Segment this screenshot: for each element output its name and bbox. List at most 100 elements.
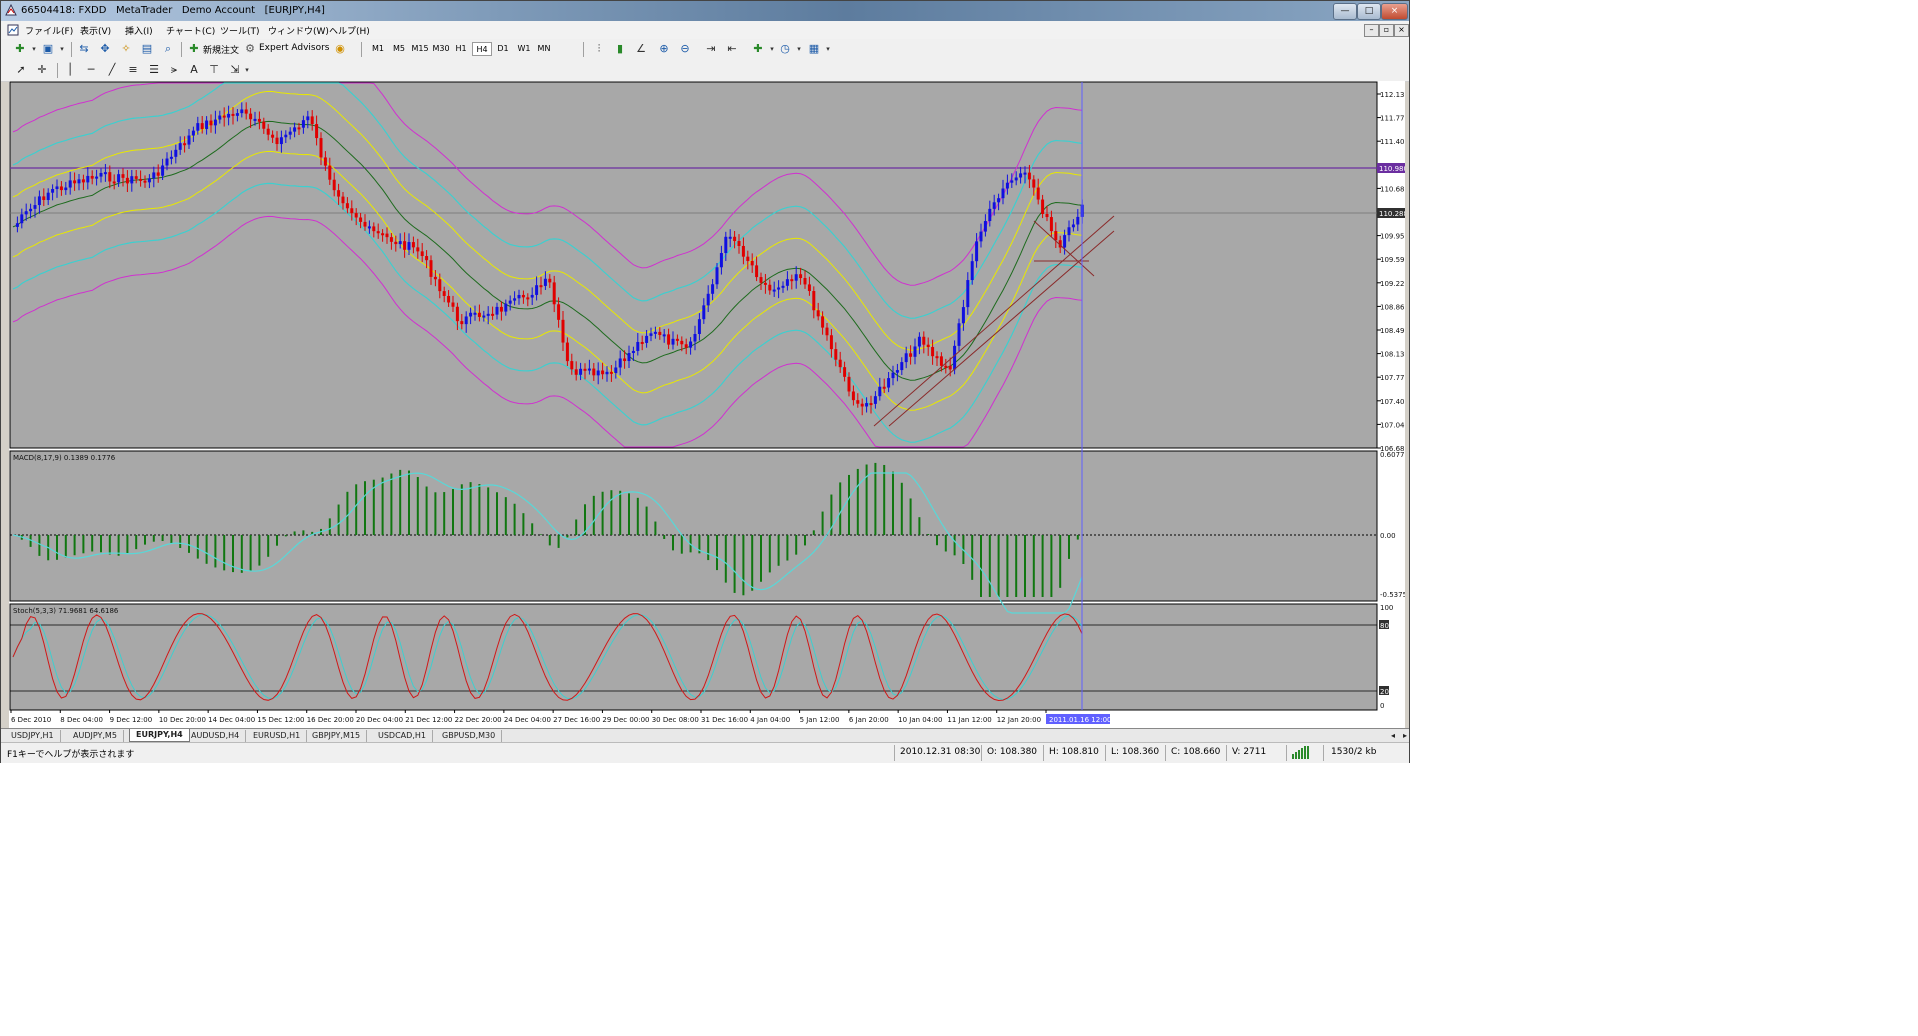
timeframe-m1[interactable]: M1	[368, 42, 388, 56]
candle-body	[631, 350, 635, 354]
menu-file[interactable]: ファイル(F)	[25, 24, 73, 37]
timeframe-w1[interactable]: W1	[514, 42, 534, 56]
text-label-icon[interactable]: ⊤	[207, 63, 221, 77]
macd-bar	[443, 492, 446, 535]
timeframe-m30[interactable]: M30	[431, 42, 451, 56]
chart-tab-eurjpy-h4[interactable]: EURJPY,H4	[129, 729, 190, 742]
chart-window[interactable]: 112.130111.770111.400111.040110.680110.3…	[9, 81, 1409, 728]
candle-body	[829, 335, 833, 350]
expert-advisors-icon[interactable]: ⚙	[243, 42, 257, 56]
macd-bar	[223, 535, 226, 571]
cursor-icon[interactable]: ➚	[14, 63, 28, 77]
periods-dropdown-icon[interactable]: ▾	[792, 42, 806, 56]
timeframe-h1[interactable]: H1	[451, 42, 471, 56]
new-chart-dropdown-icon[interactable]: ▾	[27, 42, 41, 56]
macd-bar	[135, 535, 138, 550]
chart-shift-icon[interactable]: ⇤	[725, 42, 739, 56]
close-button[interactable]: ×	[1381, 3, 1408, 20]
line-chart-icon[interactable]: ∠	[634, 42, 648, 56]
separator	[894, 745, 895, 761]
chart-tab-usdcad-h1[interactable]: USDCAD,H1	[372, 730, 433, 742]
candle-body	[152, 172, 156, 179]
macd-bar	[874, 462, 877, 535]
mdi-close-button[interactable]: ×	[1394, 24, 1409, 37]
new-order-button[interactable]: 新規注文	[203, 43, 239, 56]
templates-icon[interactable]: ▦	[807, 42, 821, 56]
minimize-button[interactable]: —	[1333, 3, 1357, 20]
horizontal-line-icon[interactable]: ─	[84, 63, 98, 77]
candle-body	[891, 372, 895, 379]
candle-body	[693, 334, 697, 342]
chart-tab-audjpy-m5[interactable]: AUDJPY,M5	[67, 730, 124, 742]
chart-tab-eurusd-h1[interactable]: EURUSD,H1	[247, 730, 308, 742]
indicators-icon[interactable]: ✚	[751, 42, 765, 56]
menu-tools[interactable]: ツール(T)	[220, 24, 260, 37]
autotrading-status-icon[interactable]: ◉	[333, 42, 347, 56]
title-bar[interactable]: 66504418: FXDD MetaTrader Demo Account […	[1, 1, 1409, 21]
timeframe-mn[interactable]: MN	[534, 42, 554, 56]
menu-chart[interactable]: チャート(C)	[166, 24, 215, 37]
candle-body	[332, 179, 336, 191]
candlestick-icon[interactable]: ▮	[613, 42, 627, 56]
fib-fan-icon[interactable]: ⪫	[167, 63, 181, 77]
periods-icon[interactable]: ◷	[778, 42, 792, 56]
data-window-icon[interactable]: ✥	[98, 42, 112, 56]
fibonacci-icon[interactable]: ☰	[147, 63, 161, 77]
profiles-dropdown-icon[interactable]: ▾	[55, 42, 69, 56]
navigator-icon[interactable]: ✧	[119, 42, 133, 56]
vertical-line-icon[interactable]: │	[63, 63, 77, 77]
menu-view[interactable]: 表示(V)	[80, 24, 111, 37]
bar-chart-icon[interactable]: ⫶	[592, 42, 606, 56]
candle-body	[257, 118, 261, 122]
auto-scroll-icon[interactable]: ⇥	[704, 42, 718, 56]
channel-icon[interactable]: ≡	[126, 63, 140, 77]
indicators-dropdown-icon[interactable]: ▾	[765, 42, 779, 56]
eurjpy-h4-chart[interactable]: 112.130111.770111.400111.040110.680110.3…	[9, 81, 1409, 728]
separator	[1286, 745, 1287, 761]
candle-body	[521, 294, 525, 298]
line-studies-toolbar: ➚ ✛ │ ─ ╱ ≡ ☰ ⪫ A ⊤ ⇲ ▾	[1, 60, 1409, 82]
zoom-out-icon[interactable]: ⊖	[678, 42, 692, 56]
crosshair-icon[interactable]: ✛	[35, 63, 49, 77]
strategy-tester-icon[interactable]: ⌕	[161, 42, 175, 56]
chart-tab-gbpusd-m30[interactable]: GBPUSD,M30	[436, 730, 503, 742]
profiles-icon[interactable]: ▣	[41, 42, 55, 56]
macd-bar	[1050, 535, 1053, 597]
chart-tab-gbpjpy-m15[interactable]: GBPJPY,M15	[306, 730, 368, 742]
stoch-tick-label: 80	[1380, 622, 1389, 630]
new-order-icon[interactable]: ✚	[187, 42, 201, 56]
text-icon[interactable]: A	[187, 63, 201, 77]
candle-body	[543, 278, 547, 286]
mdi-restore-button[interactable]: ▫	[1379, 24, 1394, 37]
menu-help[interactable]: ヘルプ(H)	[329, 24, 370, 37]
menu-window[interactable]: ウィンドウ(W)	[268, 24, 329, 37]
candle-body	[59, 186, 63, 191]
maximize-button[interactable]: □	[1357, 3, 1381, 20]
terminal-icon[interactable]: ▤	[140, 42, 154, 56]
candle-body	[420, 251, 424, 257]
new-chart-icon[interactable]: ✚	[13, 42, 27, 56]
zoom-in-icon[interactable]: ⊕	[657, 42, 671, 56]
candle-body	[398, 241, 402, 245]
candle-body	[671, 338, 675, 345]
candle-body	[279, 137, 283, 145]
timeframe-m15[interactable]: M15	[410, 42, 430, 56]
templates-dropdown-icon[interactable]: ▾	[821, 42, 835, 56]
candle-body	[680, 340, 684, 345]
market-watch-icon[interactable]: ⇆	[77, 42, 91, 56]
tab-scroll-right-icon[interactable]: ▸	[1397, 730, 1413, 742]
expert-advisors-button[interactable]: Expert Advisors	[259, 43, 329, 53]
candle-body	[354, 213, 358, 218]
menu-insert[interactable]: 挿入(I)	[125, 24, 153, 37]
timeframe-d1[interactable]: D1	[493, 42, 513, 56]
chart-tab-usdjpy-h1[interactable]: USDJPY,H1	[5, 730, 61, 742]
timeframe-m5[interactable]: M5	[389, 42, 409, 56]
macd-bar	[205, 535, 208, 564]
trendline-icon[interactable]: ╱	[105, 63, 119, 77]
arrows-dropdown-icon[interactable]: ▾	[240, 63, 254, 77]
timeframe-h4[interactable]: H4	[472, 42, 492, 56]
mdi-minimize-button[interactable]: –	[1364, 24, 1379, 37]
chart-tab-audusd-h4[interactable]: AUDUSD,H4	[185, 730, 247, 742]
candle-body	[684, 344, 688, 348]
candle-body	[350, 208, 354, 214]
